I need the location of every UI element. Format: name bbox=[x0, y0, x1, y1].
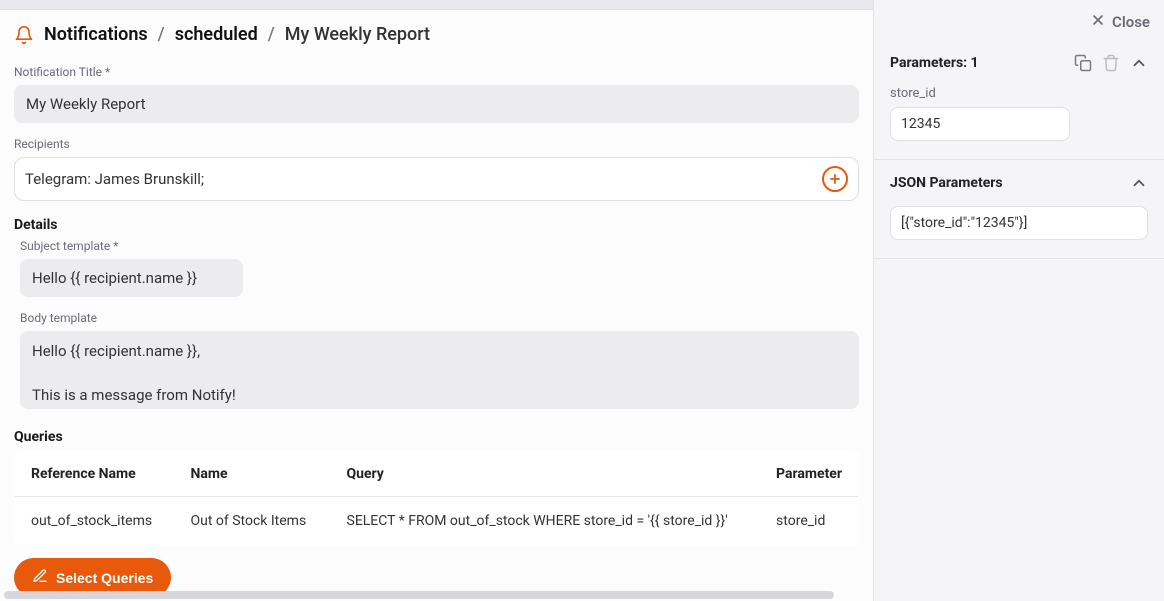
col-parameter[interactable]: Parameter bbox=[760, 452, 858, 497]
recipient-chip: Telegram: James Brunskill; bbox=[25, 170, 822, 188]
breadcrumb: Notifications / scheduled / My Weekly Re… bbox=[0, 10, 873, 61]
cell-parameter: store_id bbox=[760, 497, 858, 546]
cell-name: Out of Stock Items bbox=[175, 497, 331, 546]
close-icon bbox=[1090, 12, 1106, 32]
parameters-heading: Parameters: 1 bbox=[890, 55, 979, 71]
breadcrumb-root[interactable]: Notifications bbox=[44, 24, 148, 45]
body-template-input[interactable] bbox=[20, 331, 859, 409]
subject-label: Subject template * bbox=[20, 239, 859, 253]
copy-icon[interactable] bbox=[1074, 54, 1092, 72]
notification-title-input[interactable] bbox=[14, 85, 859, 123]
breadcrumb-sep: / bbox=[268, 24, 275, 45]
breadcrumb-sep: / bbox=[158, 24, 165, 45]
param-name-label: store_id bbox=[890, 86, 1148, 101]
breadcrumb-section[interactable]: scheduled bbox=[175, 24, 258, 45]
parameters-section: Parameters: 1 store_id bbox=[874, 40, 1164, 160]
close-button[interactable]: Close bbox=[1090, 12, 1150, 32]
param-value-input[interactable] bbox=[890, 107, 1070, 141]
chevron-up-icon[interactable] bbox=[1130, 174, 1148, 192]
recipients-input[interactable]: Telegram: James Brunskill; bbox=[14, 157, 859, 201]
details-heading: Details bbox=[14, 217, 859, 233]
breadcrumb-current: My Weekly Report bbox=[285, 24, 430, 45]
window-chrome bbox=[0, 0, 873, 10]
chevron-up-icon[interactable] bbox=[1130, 54, 1148, 72]
cell-reference-name: out_of_stock_items bbox=[15, 497, 175, 546]
recipients-label: Recipients bbox=[14, 137, 859, 151]
add-recipient-button[interactable] bbox=[822, 166, 848, 192]
bell-icon bbox=[14, 25, 34, 45]
close-label: Close bbox=[1112, 13, 1150, 31]
body-label: Body template bbox=[20, 311, 859, 325]
queries-heading: Queries bbox=[14, 429, 859, 445]
queries-table: Reference Name Name Query Parameter out_… bbox=[14, 451, 859, 546]
col-reference-name[interactable]: Reference Name bbox=[15, 452, 175, 497]
subject-template-input[interactable] bbox=[20, 259, 243, 297]
json-parameters-heading: JSON Parameters bbox=[890, 175, 1003, 191]
col-query[interactable]: Query bbox=[331, 452, 761, 497]
json-parameters-input[interactable] bbox=[890, 206, 1148, 240]
edit-icon bbox=[32, 568, 48, 587]
trash-icon[interactable] bbox=[1102, 54, 1120, 72]
col-name[interactable]: Name bbox=[175, 452, 331, 497]
table-header-row: Reference Name Name Query Parameter bbox=[15, 452, 859, 497]
title-label: Notification Title * bbox=[14, 65, 859, 79]
json-parameters-section: JSON Parameters bbox=[874, 160, 1164, 259]
horizontal-scrollbar[interactable] bbox=[4, 591, 834, 599]
select-queries-label: Select Queries bbox=[56, 570, 153, 586]
cell-query: SELECT * FROM out_of_stock WHERE store_i… bbox=[331, 497, 761, 546]
table-row[interactable]: out_of_stock_items Out of Stock Items SE… bbox=[15, 497, 859, 546]
